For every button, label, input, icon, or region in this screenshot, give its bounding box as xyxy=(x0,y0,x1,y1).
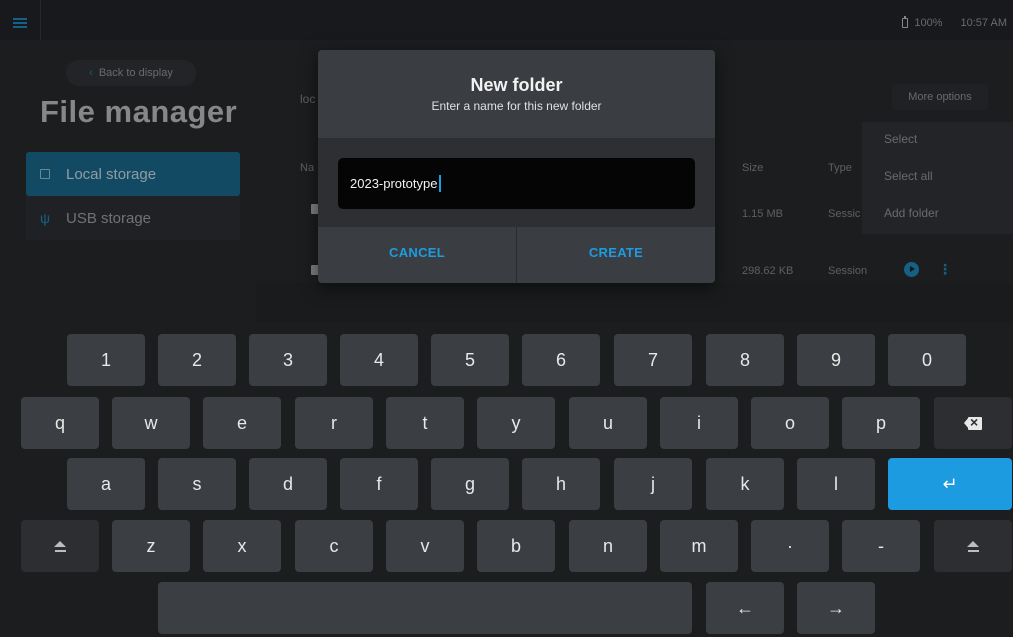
key-i[interactable]: i xyxy=(660,397,738,449)
enter-key[interactable]: ↵ xyxy=(888,458,1012,510)
key-8[interactable]: 8 xyxy=(706,334,784,386)
key-2[interactable]: 2 xyxy=(158,334,236,386)
shift-icon xyxy=(54,540,66,552)
key-6[interactable]: 6 xyxy=(522,334,600,386)
create-button[interactable]: CREATE xyxy=(517,227,715,283)
dialog-title: New folder xyxy=(470,75,563,95)
key-9[interactable]: 9 xyxy=(797,334,875,386)
key-n[interactable]: n xyxy=(569,520,647,572)
space-key[interactable] xyxy=(158,582,692,634)
key-p[interactable]: p xyxy=(842,397,920,449)
key-h[interactable]: h xyxy=(522,458,600,510)
key-g[interactable]: g xyxy=(431,458,509,510)
key-x[interactable]: x xyxy=(203,520,281,572)
key-a[interactable]: a xyxy=(67,458,145,510)
text-caret xyxy=(439,175,442,192)
key-l[interactable]: l xyxy=(797,458,875,510)
key-b[interactable]: b xyxy=(477,520,555,572)
key-5[interactable]: 5 xyxy=(431,334,509,386)
cancel-button[interactable]: CANCEL xyxy=(318,227,517,283)
key-4[interactable]: 4 xyxy=(340,334,418,386)
dialog-subtitle: Enter a name for this new folder xyxy=(431,99,602,113)
on-screen-keyboard: 1 2 3 4 5 6 7 8 9 0 q w e r t y u i o p … xyxy=(0,322,1013,637)
dialog-actions: CANCEL CREATE xyxy=(318,227,715,283)
key-7[interactable]: 7 xyxy=(614,334,692,386)
key-v[interactable]: v xyxy=(386,520,464,572)
arrow-right-key[interactable]: → xyxy=(797,582,875,634)
key-k[interactable]: k xyxy=(706,458,784,510)
key-3[interactable]: 3 xyxy=(249,334,327,386)
folder-name-value: 2023-prototype xyxy=(350,176,438,191)
key-dash[interactable]: - xyxy=(842,520,920,572)
key-y[interactable]: y xyxy=(477,397,555,449)
arrow-left-key[interactable]: ← xyxy=(706,582,784,634)
key-f[interactable]: f xyxy=(340,458,418,510)
key-d[interactable]: d xyxy=(249,458,327,510)
key-w[interactable]: w xyxy=(112,397,190,449)
key-dot[interactable]: · xyxy=(751,520,829,572)
key-0[interactable]: 0 xyxy=(888,334,966,386)
key-e[interactable]: e xyxy=(203,397,281,449)
key-z[interactable]: z xyxy=(112,520,190,572)
key-u[interactable]: u xyxy=(569,397,647,449)
backspace-key[interactable] xyxy=(934,397,1012,449)
shift-key-right[interactable] xyxy=(934,520,1012,572)
shift-icon xyxy=(967,540,979,552)
key-m[interactable]: m xyxy=(660,520,738,572)
key-1[interactable]: 1 xyxy=(67,334,145,386)
key-s[interactable]: s xyxy=(158,458,236,510)
key-q[interactable]: q xyxy=(21,397,99,449)
key-c[interactable]: c xyxy=(295,520,373,572)
shift-key-left[interactable] xyxy=(21,520,99,572)
key-t[interactable]: t xyxy=(386,397,464,449)
backspace-icon xyxy=(964,414,982,430)
key-o[interactable]: o xyxy=(751,397,829,449)
key-j[interactable]: j xyxy=(614,458,692,510)
dialog-header: New folder Enter a name for this new fol… xyxy=(318,50,715,138)
folder-name-input[interactable]: 2023-prototype xyxy=(338,158,695,209)
new-folder-dialog: New folder Enter a name for this new fol… xyxy=(318,50,715,283)
key-r[interactable]: r xyxy=(295,397,373,449)
